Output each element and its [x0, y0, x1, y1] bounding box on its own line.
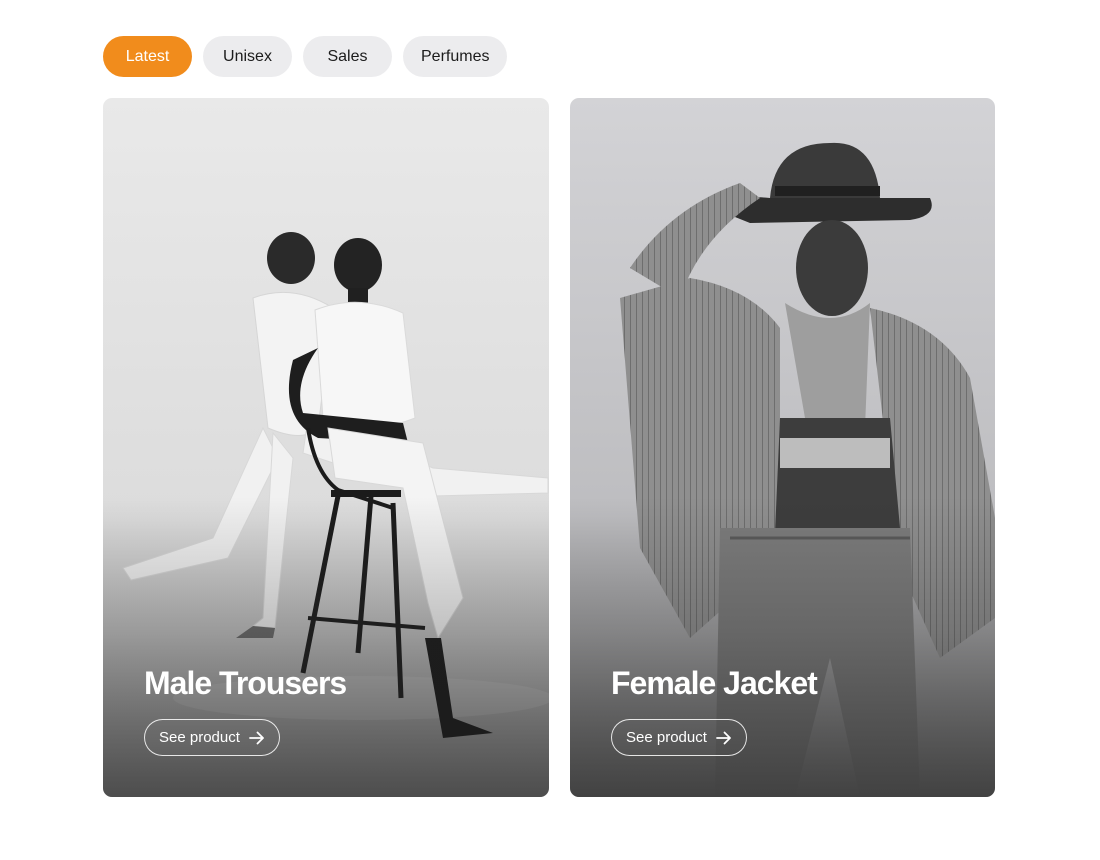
- product-card-male-trousers[interactable]: Male Trousers See product: [103, 98, 549, 797]
- arrow-right-icon: [248, 731, 264, 744]
- see-product-button[interactable]: See product: [611, 719, 747, 756]
- arrow-right-icon: [715, 731, 731, 744]
- product-title: Female Jacket: [611, 665, 818, 701]
- product-card-female-jacket[interactable]: Female Jacket See product: [570, 98, 995, 797]
- see-product-label: See product: [159, 729, 240, 746]
- product-title: Male Trousers: [144, 665, 347, 701]
- filter-tab-unisex[interactable]: Unisex: [203, 36, 292, 77]
- filter-tab-perfumes[interactable]: Perfumes: [403, 36, 508, 77]
- see-product-label: See product: [626, 729, 707, 746]
- filter-tabs: Latest Unisex Sales Perfumes: [103, 36, 508, 77]
- page: Latest Unisex Sales Perfumes Male Trouse…: [0, 0, 1100, 860]
- see-product-button[interactable]: See product: [144, 719, 280, 756]
- filter-tab-latest[interactable]: Latest: [103, 36, 192, 77]
- filter-tab-sales[interactable]: Sales: [303, 36, 392, 77]
